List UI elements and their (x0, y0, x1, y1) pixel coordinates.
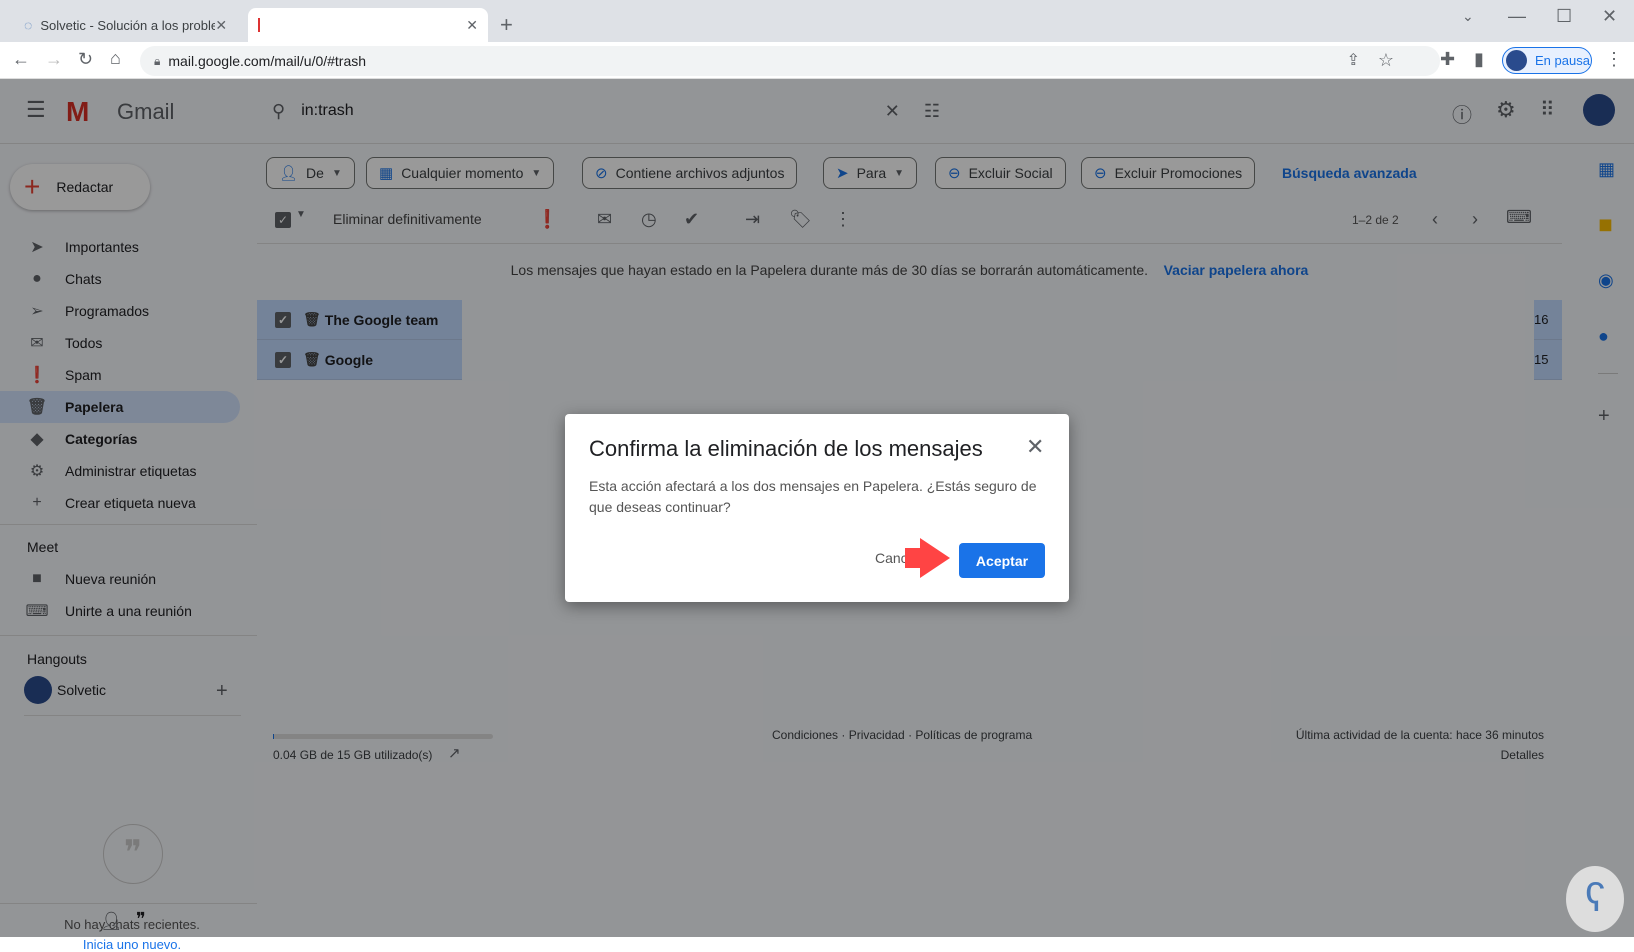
url-field[interactable]: 🔒︎ mail.google.com/mail/u/0/#trash ⇪ ☆ (140, 46, 1440, 76)
browser-tab-bar: ◌ Solvetic - Solución a los problemas ✕ … (0, 0, 1634, 42)
side-panel-icon[interactable]: ▮ (1474, 49, 1484, 70)
dialog-title: Confirma la eliminación de los mensajes (589, 436, 983, 461)
new-tab-icon[interactable]: + (500, 12, 513, 38)
close-tab-icon[interactable]: ✕ (215, 17, 227, 34)
reload-icon[interactable]: ↻ (78, 49, 93, 70)
profile-button[interactable]: En pausa (1502, 47, 1592, 74)
browser-tab-active[interactable]: ✕ (248, 8, 488, 42)
solvetic-watermark-icon: ʕ (1566, 866, 1624, 932)
maximize-icon[interactable]: ☐ (1556, 6, 1572, 27)
window-close-icon[interactable]: ✕ (1602, 6, 1617, 27)
lock-icon: 🔒︎ (154, 53, 161, 68)
share-icon[interactable]: ⇪ (1347, 50, 1360, 70)
back-icon[interactable]: ← (12, 49, 30, 70)
forward-icon[interactable]: → (45, 49, 63, 70)
annotation-arrow-body (905, 548, 925, 568)
browser-tab-solvetic[interactable]: ◌ Solvetic - Solución a los problemas ✕ (14, 8, 244, 42)
dialog-body: Esta acción afectará a los dos mensajes … (589, 478, 1037, 515)
start-chat-link[interactable]: Inicia uno nuevo. (0, 937, 264, 952)
browser-menu-icon[interactable]: ⋮ (1605, 49, 1623, 70)
extensions-icon[interactable]: ✚ (1440, 49, 1455, 70)
home-icon[interactable]: ⌂ (110, 48, 121, 69)
address-bar-row: ← → ↻ ⌂ 🔒︎ mail.google.com/mail/u/0/#tra… (0, 42, 1634, 79)
bookmark-star-icon[interactable]: ☆ (1378, 50, 1394, 71)
minimize-icon[interactable]: — (1508, 6, 1526, 27)
solvetic-favicon: ◌ (24, 17, 33, 33)
close-tab-icon[interactable]: ✕ (466, 17, 478, 34)
confirm-delete-dialog: Confirma la eliminación de los mensajes … (565, 414, 1069, 602)
tab-search-icon[interactable]: ⌄ (1462, 8, 1474, 25)
avatar (1506, 50, 1527, 71)
close-dialog-icon[interactable]: ✕ (1026, 434, 1044, 460)
accept-button[interactable]: Aceptar (959, 543, 1045, 578)
